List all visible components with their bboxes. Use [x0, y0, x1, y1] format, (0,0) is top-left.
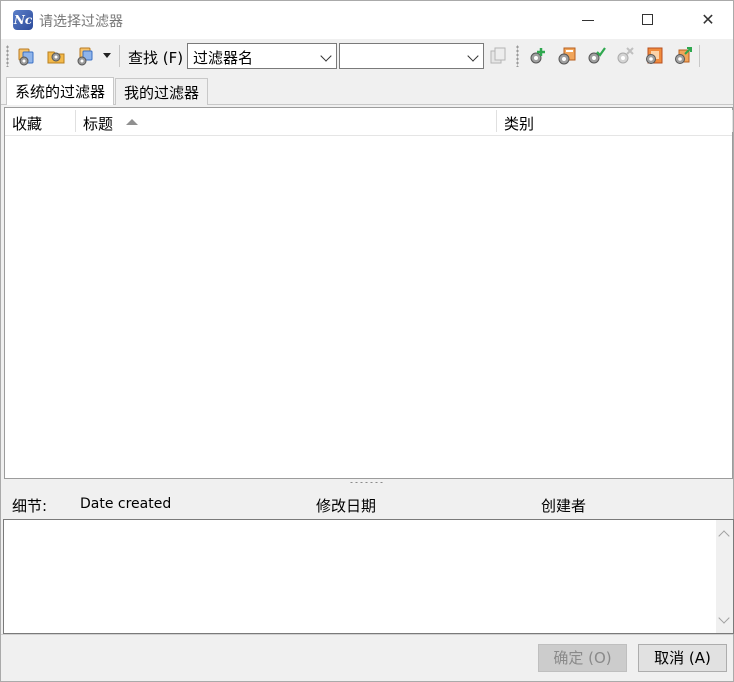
open-folder-filter-button[interactable] [46, 46, 66, 66]
toolbar-grip[interactable] [6, 45, 9, 67]
window-title: 请选择过滤器 [39, 14, 123, 30]
import-filter-button[interactable] [644, 46, 664, 66]
list-header: 收藏 标题 类别 [5, 108, 733, 136]
export-filter-icon [675, 47, 692, 64]
minimize-button[interactable] [565, 1, 611, 39]
filter-dialog: Nc 请选择过滤器 ✕ 查找 (F) 过滤器名 系统的过滤器 我的过滤器 收藏 … [0, 0, 734, 682]
date-created-label: Date created [80, 496, 172, 512]
search-combo[interactable] [339, 43, 484, 69]
vertical-scrollbar[interactable] [716, 520, 733, 633]
ok-button[interactable]: 确定 (O) [538, 644, 627, 672]
filter-gears-icon [18, 48, 34, 66]
description-textarea[interactable] [3, 519, 734, 634]
maximize-button[interactable] [625, 1, 671, 39]
chevron-down-icon[interactable] [103, 53, 111, 58]
details-row: 细节: Date created 修改日期 创建者 [1, 489, 733, 519]
cancel-button[interactable]: 取消 (A) [638, 644, 727, 672]
column-divider[interactable] [496, 110, 497, 132]
filter-menu-button[interactable] [75, 46, 95, 66]
column-header-category[interactable]: 类别 [504, 113, 534, 134]
details-label: 细节: [12, 497, 48, 515]
toolbar: 查找 (F) 过滤器名 [1, 39, 733, 72]
close-icon: ✕ [701, 10, 715, 29]
tab-system-filters[interactable]: 系统的过滤器 [6, 77, 115, 105]
button-bar: 确定 (O) 取消 (A) [1, 634, 733, 681]
sort-ascending-icon [126, 119, 138, 125]
toolbar-divider [699, 45, 700, 67]
maximize-icon [642, 14, 653, 25]
find-label: 查找 (F) [128, 49, 184, 67]
delete-filter-icon [617, 47, 634, 64]
add-filter-icon [530, 48, 545, 64]
filter-menu-icon [77, 47, 93, 66]
splitter-grip-icon [349, 481, 385, 484]
modified-date-label: 修改日期 [316, 497, 377, 515]
open-folder-filter-icon [47, 51, 65, 64]
filter-tabs: 系统的过滤器 我的过滤器 [1, 72, 733, 105]
copy-icon [490, 47, 506, 64]
column-header-title[interactable]: 标题 [83, 113, 113, 134]
column-header-favorite[interactable]: 收藏 [12, 113, 42, 134]
filter-list[interactable]: 收藏 标题 类别 [4, 107, 733, 479]
toolbar-divider [119, 45, 120, 67]
field-select[interactable]: 过滤器名 [187, 43, 337, 69]
column-divider[interactable] [732, 110, 733, 132]
chevron-down-icon [467, 50, 479, 62]
filter-gears-button[interactable] [17, 46, 37, 66]
field-select-value: 过滤器名 [193, 49, 254, 67]
toolbar-grip[interactable] [516, 45, 519, 67]
import-filter-icon [646, 47, 663, 64]
app-icon: Nc [13, 10, 33, 30]
chevron-down-icon [320, 50, 332, 62]
apply-filter-icon [588, 47, 606, 64]
creator-label: 创建者 [541, 497, 587, 515]
apply-filter-button[interactable] [586, 46, 606, 66]
copy-button[interactable] [488, 46, 508, 66]
delete-filter-button[interactable] [615, 46, 635, 66]
pane-splitter[interactable] [1, 479, 733, 489]
tab-my-filters[interactable]: 我的过滤器 [115, 78, 209, 105]
edit-filter-button[interactable] [557, 46, 577, 66]
edit-filter-icon [558, 47, 576, 65]
scroll-down-icon[interactable] [718, 612, 730, 624]
export-filter-button[interactable] [673, 46, 693, 66]
minimize-icon [582, 20, 594, 21]
add-filter-button[interactable] [528, 46, 548, 66]
close-button[interactable]: ✕ [685, 1, 731, 39]
title-bar: Nc 请选择过滤器 ✕ [1, 1, 733, 39]
scroll-up-icon[interactable] [718, 530, 730, 542]
column-divider[interactable] [75, 110, 76, 132]
